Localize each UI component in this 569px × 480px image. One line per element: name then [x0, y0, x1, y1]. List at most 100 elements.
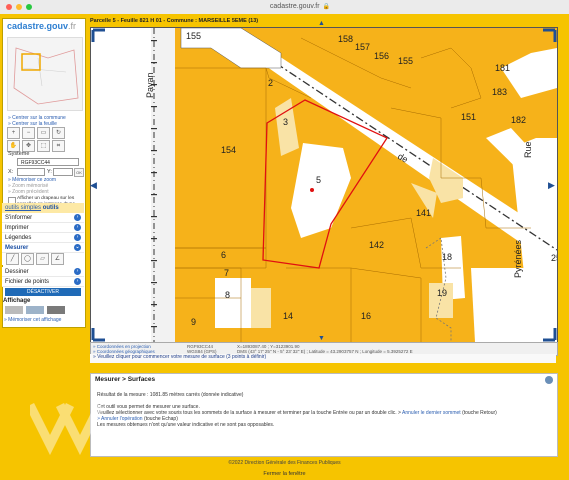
parcel-label: 181 [495, 63, 510, 73]
mesurer-tools: ╱ ◯ ▱ ∠ [2, 253, 84, 265]
parcel-label: 155 [398, 56, 413, 66]
affichage-option-1-icon[interactable] [5, 306, 23, 314]
copyright: ©2022 Direction Générale des Finances Pu… [228, 460, 341, 466]
chevron-icon: › [74, 268, 81, 275]
maximize-window-button[interactable] [26, 4, 32, 10]
tools-tabs: outils simples outils avancés [2, 203, 84, 221]
menu-sinformer[interactable]: S'informer › [2, 213, 84, 223]
parcel-label: 158 [338, 34, 353, 44]
cadastre-logo[interactable]: cadastre.gouv.fr [7, 21, 76, 31]
pan-left-icon[interactable]: ◀ [90, 180, 97, 191]
chevron-icon: › [74, 214, 81, 221]
navigation-tools: + − ▭ ↻ [7, 127, 81, 141]
parcel-label: 156 [374, 51, 389, 61]
affichage-option-3-icon[interactable] [47, 306, 65, 314]
measure-circle-icon[interactable]: ◯ [21, 253, 34, 265]
y-input[interactable] [53, 168, 73, 176]
parcel-label: 16 [361, 311, 371, 321]
street-payan: Payan [145, 72, 155, 98]
parcel-label: 5 [316, 175, 321, 185]
url-bar[interactable]: cadastre.gouv.fr 🔒 [240, 1, 360, 12]
zoom-in-icon[interactable]: + [7, 127, 20, 139]
logo-suffix: .fr [68, 21, 77, 31]
select-area-icon[interactable]: ⌗ [52, 140, 65, 152]
parcel-label: 155 [186, 31, 201, 41]
close-window-link[interactable]: Fermer la fenêtre [0, 471, 569, 477]
parcel-label: 141 [416, 208, 431, 218]
parcel-label: 182 [511, 115, 526, 125]
menu-legendes[interactable]: Légendes › [2, 233, 84, 243]
y-label: Y: [47, 169, 52, 175]
cadastre-map[interactable]: 155 158 157 156 155 181 183 2 3 151 182 154 5 141 142 6… [90, 27, 558, 343]
map-svg: 155 158157 156 155 181 183 2 3 151 182 154 5 141 142 6… [91, 28, 557, 342]
menu-imprimer-label: Imprimer [5, 225, 29, 231]
systeme-select[interactable]: RGF93CC44 [17, 158, 79, 166]
chevron-icon: › [74, 224, 81, 231]
parcel-label: 25 [551, 253, 557, 263]
zoom-out-icon[interactable]: − [22, 127, 35, 139]
measure-panel-title: Mesurer > Surfaces [91, 374, 557, 386]
pan-down-icon[interactable]: ▼ [318, 335, 325, 342]
measure-disclaimer: Les mesures obtenues n'ont qu'une valeur… [97, 422, 275, 428]
pan-up-icon[interactable]: ▲ [318, 20, 325, 27]
full-extent-icon[interactable]: ⬚ [37, 140, 50, 152]
overview-minimap[interactable] [7, 37, 83, 111]
parcel-label: 154 [221, 145, 236, 155]
menu-sinformer-label: S'informer [5, 215, 33, 221]
affichage-label: Affichage [3, 298, 31, 304]
parcel-label: 9 [191, 317, 196, 327]
refresh-icon[interactable]: ↻ [52, 127, 65, 139]
desactiver-button[interactable]: DÉSACTIVER [5, 288, 81, 296]
measure-distance-icon[interactable]: ╱ [6, 253, 19, 265]
street-rue: Rue [523, 141, 533, 158]
menu-mesurer[interactable]: Mesurer ⌄ [2, 243, 84, 253]
parcel-label: 142 [369, 240, 384, 250]
minimap-viewport [21, 53, 41, 71]
ok-button[interactable]: OK [74, 168, 84, 177]
menu-imprimer[interactable]: Imprimer › [2, 223, 84, 233]
cancel-last-vertex-hint: (touche Retour) [462, 410, 497, 416]
browser-titlebar: cadastre.gouv.fr 🔒 [0, 0, 569, 15]
pan-right-icon[interactable]: ▶ [548, 180, 555, 191]
measure-instruction: » Veuillez cliquer pour commencer votre … [90, 354, 556, 363]
measure-angle-icon[interactable]: ∠ [51, 253, 64, 265]
cancel-last-vertex-link[interactable]: Annuler le dernier sommet [402, 410, 461, 416]
measure-surface-icon[interactable]: ▱ [36, 253, 49, 265]
parcel-label: 18 [442, 252, 452, 262]
menu-dessiner-label: Dessiner [5, 269, 29, 275]
parcel-label: 183 [492, 87, 507, 97]
chevron-down-icon: ⌄ [74, 244, 81, 251]
x-label: X: [8, 169, 14, 175]
x-input[interactable] [17, 168, 45, 176]
close-window-button[interactable] [6, 4, 12, 10]
watermark-logo [25, 395, 110, 456]
chevron-icon: › [74, 278, 81, 285]
zoom-box-icon[interactable]: ▭ [37, 127, 50, 139]
measure-result: Résultat de la mesure : 1081.85 mètres c… [97, 392, 243, 398]
parcel-label: 8 [225, 290, 230, 300]
zoom-precedent-link[interactable]: » Zoom précédent [8, 189, 49, 195]
menu-legendes-label: Légendes [5, 235, 32, 241]
chevron-icon: › [74, 234, 81, 241]
parcel-label: 14 [283, 311, 293, 321]
affichage-option-2-icon[interactable] [26, 306, 44, 314]
parcel-label: 2 [268, 78, 273, 88]
menu-dessiner[interactable]: Dessiner › [2, 267, 84, 277]
menu-fichier-points[interactable]: Fichier de points › [2, 277, 84, 287]
street-pyrenees: Pyrénées [513, 239, 523, 278]
measure-panel: Mesurer > Surfaces Résultat de la mesure… [90, 373, 558, 457]
systeme-label: Système [8, 151, 30, 157]
minimap-svg [13, 47, 79, 105]
lock-icon: 🔒 [322, 4, 331, 10]
parcel-label: 3 [283, 117, 288, 127]
logo-main: cadastre.gouv [7, 21, 69, 31]
parcel-label: 6 [221, 250, 226, 260]
minimize-window-button[interactable] [16, 4, 22, 10]
memoriser-affichage-link[interactable]: » Mémoriser cet affichage [4, 317, 61, 323]
parcel-label: 157 [355, 42, 370, 52]
tab-outils-simples[interactable]: outils simples [5, 205, 41, 211]
help-icon[interactable] [545, 376, 553, 384]
measure-result-text: Résultat de la mesure : 1081.85 mètres c… [97, 392, 244, 398]
menu-fichier-points-label: Fichier de points [5, 279, 50, 285]
parcel-label: 151 [461, 112, 476, 122]
